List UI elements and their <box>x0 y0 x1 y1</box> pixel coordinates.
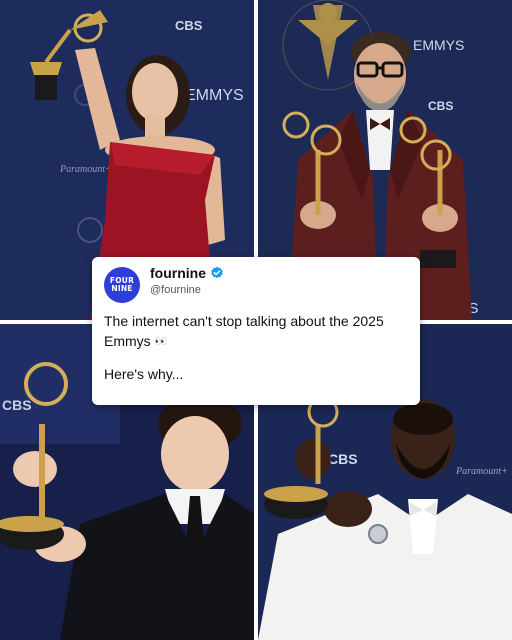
post-text: The internet can't stop talking about th… <box>104 311 412 384</box>
avatar-text-line2: NINE <box>111 284 133 293</box>
backdrop-cbs-label: CBS <box>428 99 453 113</box>
backdrop-emmys-label: EMMYS <box>185 87 244 104</box>
backdrop-cbs-label: CBS <box>328 451 358 467</box>
verified-badge-icon <box>211 266 223 279</box>
post-card[interactable]: FOUR NINE fournine @fournine The interne… <box>92 257 420 405</box>
avatar[interactable]: FOUR NINE <box>104 267 140 303</box>
backdrop-emmys-label: EMMYS <box>413 37 464 53</box>
backdrop-paramount-label: Paramount+ <box>455 466 508 477</box>
post-text-line2: Here's why... <box>104 366 184 383</box>
author-row: fournine <box>150 265 224 281</box>
author-name[interactable]: fournine <box>150 265 206 281</box>
backdrop-cbs-label: CBS <box>175 18 203 33</box>
eyes-emoji-icon: 👀 <box>154 336 169 348</box>
post-text-line1: The internet can't stop talking about th… <box>104 313 384 349</box>
backdrop-paramount-label: Paramount+ <box>59 164 112 175</box>
author-handle[interactable]: @fournine <box>150 284 201 296</box>
backdrop-cbs-label: CBS <box>2 397 32 413</box>
